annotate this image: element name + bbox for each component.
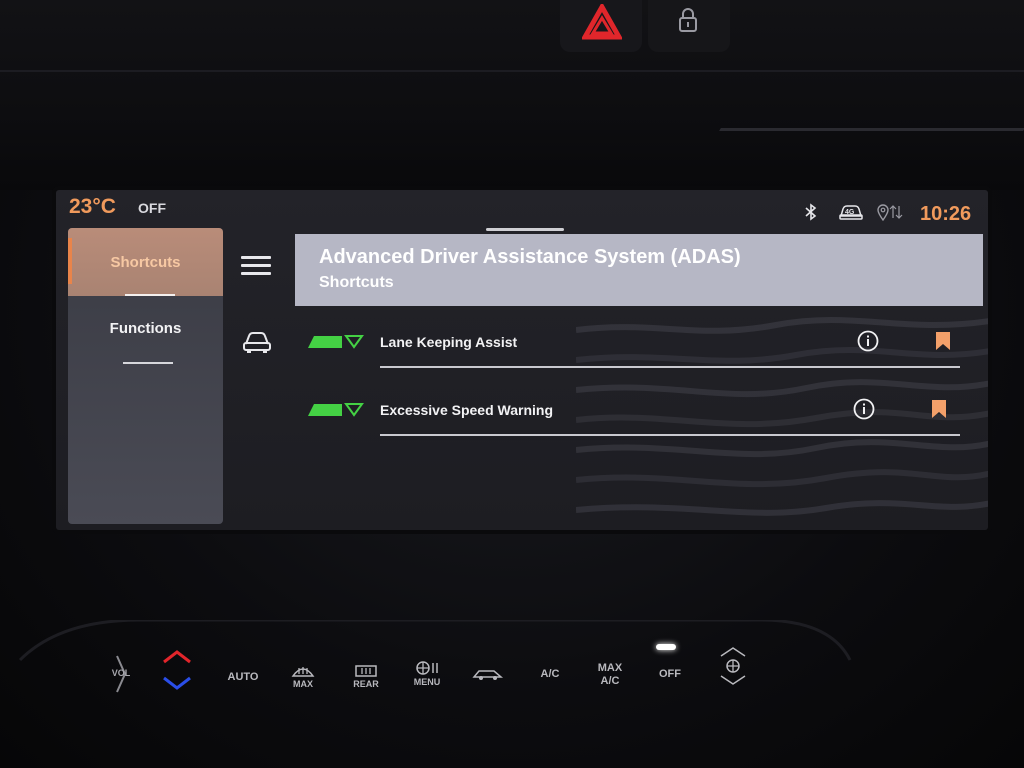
page-subtitle: Shortcuts (319, 274, 394, 291)
bluetooth-icon (805, 203, 817, 221)
row-divider (380, 366, 960, 368)
climate-menu-label: MENU (413, 677, 441, 687)
climate-menu-button[interactable]: MENU (406, 660, 448, 688)
cabin-temperature[interactable]: 23°C (69, 195, 116, 219)
lock-icon (679, 8, 697, 32)
info-icon[interactable] (857, 330, 879, 352)
sidebar: Shortcuts Functions (68, 228, 223, 524)
list-item-label: Excessive Speed Warning (380, 402, 553, 418)
front-defrost-icon (291, 667, 315, 677)
tab-functions[interactable]: Functions (68, 296, 223, 366)
volume-label: VOL (111, 668, 131, 678)
ac-button[interactable]: A/C (532, 668, 568, 680)
status-on-indicator (308, 403, 364, 417)
dashboard-top (0, 0, 1024, 190)
dashboard-trim (719, 128, 1024, 131)
climate-off-button[interactable]: OFF (650, 668, 690, 680)
hazard-icon (582, 4, 622, 40)
fan-speed-icon[interactable] (716, 646, 750, 686)
rear-defrost-button[interactable]: REAR (346, 664, 386, 690)
auto-button[interactable]: AUTO (222, 671, 264, 683)
temperature-arrows-icon[interactable] (160, 648, 194, 692)
climate-panel-trim (18, 620, 852, 662)
page-title: Advanced Driver Assistance System (ADAS) (319, 246, 741, 268)
rear-defrost-label: REAR (353, 679, 379, 689)
list-item-lane-keeping-assist[interactable]: Lane Keeping Assist (308, 330, 968, 370)
bookmark-icon[interactable] (931, 400, 947, 418)
rear-defrost-icon (355, 665, 377, 677)
tab-functions-label: Functions (109, 320, 182, 337)
dashboard-seam (0, 70, 1024, 72)
status-on-indicator (308, 335, 364, 349)
row-divider (380, 434, 960, 436)
network-badge: 4G (845, 209, 855, 216)
hamburger-menu-icon[interactable] (241, 254, 271, 278)
tab-underline (123, 362, 173, 364)
info-icon[interactable] (853, 398, 875, 420)
car-icon[interactable] (242, 330, 272, 354)
location-sync-icon (877, 204, 903, 221)
fan-menu-icon (416, 661, 438, 675)
page-header: Advanced Driver Assistance System (ADAS)… (295, 234, 983, 306)
front-defrost-button[interactable]: MAX (284, 664, 322, 690)
list-item-label: Lane Keeping Assist (380, 334, 518, 350)
4g-car-icon: 4G (839, 205, 863, 220)
off-indicator-led (656, 644, 676, 650)
status-bar: 23°C OFF 4G 10:26 (56, 190, 988, 231)
max-ac-button[interactable]: MAX A/C (592, 662, 628, 688)
list-item-excessive-speed-warning[interactable]: Excessive Speed Warning (308, 398, 968, 438)
bookmark-icon[interactable] (935, 332, 951, 350)
recirculation-car-icon[interactable] (472, 667, 504, 681)
infotainment-screen: 23°C OFF 4G 10:26 Shortcuts Functions Ad… (56, 190, 988, 530)
pull-down-handle[interactable] (486, 228, 564, 231)
clock: 10:26 (920, 203, 972, 225)
ac-status[interactable]: OFF (138, 200, 166, 216)
climate-panel (0, 620, 1024, 768)
front-defrost-label: MAX (293, 679, 313, 689)
